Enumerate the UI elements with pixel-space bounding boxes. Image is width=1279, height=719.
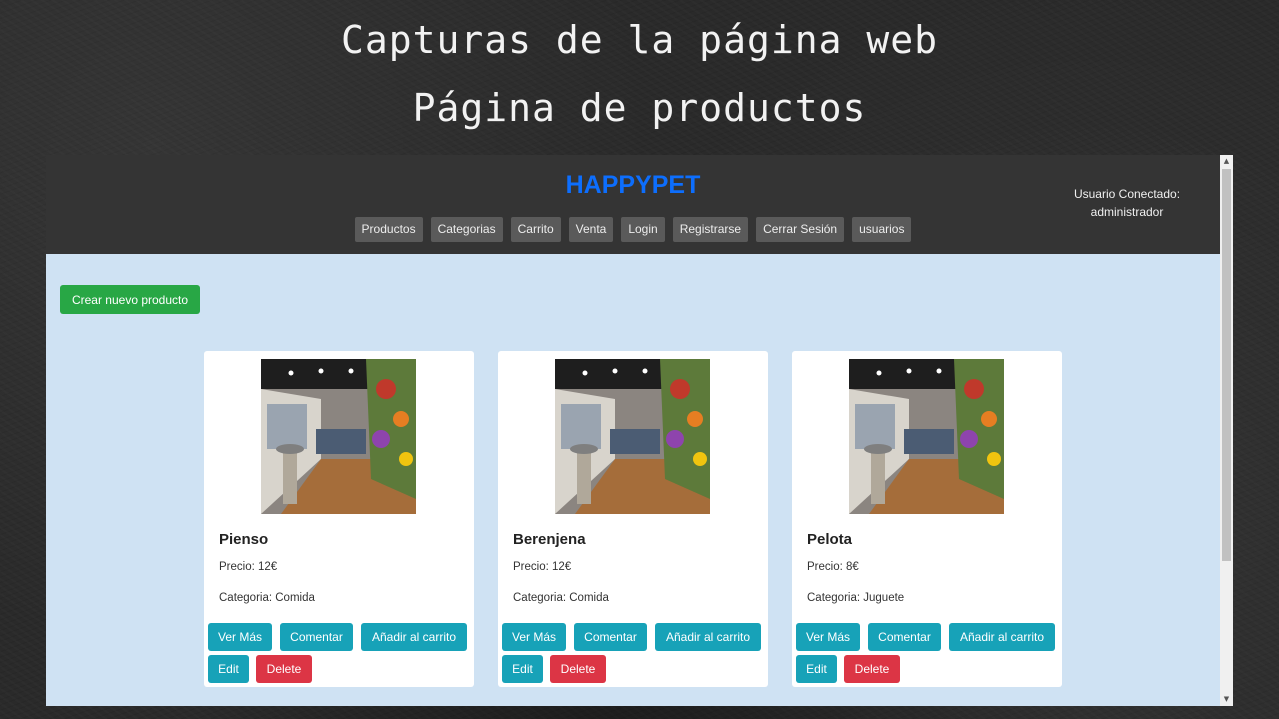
edit-button[interactable]: Edit [208, 655, 249, 683]
slide-title: Capturas de la página web [341, 18, 938, 62]
browser-viewport: HAPPYPET Productos Categorias Carrito Ve… [46, 155, 1233, 706]
user-info-name: administrador [1090, 205, 1164, 219]
navbar: HAPPYPET Productos Categorias Carrito Ve… [46, 155, 1220, 254]
delete-button[interactable]: Delete [550, 655, 606, 683]
add-to-cart-button[interactable]: Añadir al carrito [655, 623, 761, 651]
product-price: Precio: 12€ [219, 561, 278, 573]
product-card: Pelota Precio: 8€ Categoria: Juguete Ver… [792, 351, 1062, 687]
user-info-label: Usuario Conectado: [1073, 187, 1181, 201]
brand-logo[interactable]: HAPPYPET [46, 171, 1220, 200]
edit-button[interactable]: Edit [502, 655, 543, 683]
view-more-button[interactable]: Ver Más [208, 623, 272, 651]
product-category: Categoria: Comida [513, 592, 609, 604]
comment-button[interactable]: Comentar [868, 623, 941, 651]
user-info: Usuario Conectado: administrador [1062, 185, 1192, 221]
nav-item-productos[interactable]: Productos [354, 217, 423, 242]
product-card: Berenjena Precio: 12€ Categoria: Comida … [498, 351, 768, 687]
add-to-cart-button[interactable]: Añadir al carrito [361, 623, 467, 651]
comment-button[interactable]: Comentar [280, 623, 353, 651]
product-name: Pienso [219, 531, 269, 548]
product-category: Categoria: Comida [219, 592, 315, 604]
product-name: Pelota [807, 531, 853, 548]
delete-button[interactable]: Delete [256, 655, 312, 683]
comment-button[interactable]: Comentar [574, 623, 647, 651]
product-image [555, 359, 710, 514]
product-card: Pienso Precio: 12€ Categoria: Comida Ver… [204, 351, 474, 687]
product-category: Categoria: Juguete [807, 592, 905, 604]
view-more-button[interactable]: Ver Más [502, 623, 566, 651]
view-more-button[interactable]: Ver Más [796, 623, 860, 651]
product-image [849, 359, 1004, 514]
nav-item-venta[interactable]: Venta [568, 217, 614, 242]
product-price: Precio: 12€ [513, 561, 572, 573]
nav-item-registrarse[interactable]: Registrarse [672, 217, 749, 242]
edit-button[interactable]: Edit [796, 655, 837, 683]
nav-item-cerrar-sesion[interactable]: Cerrar Sesión [756, 217, 845, 242]
create-product-button[interactable]: Crear nuevo producto [60, 285, 200, 314]
product-name: Berenjena [513, 531, 586, 548]
nav-item-categorias[interactable]: Categorias [430, 217, 503, 242]
scroll-down-arrow-icon[interactable]: ▼ [1220, 693, 1233, 706]
scrollbar-thumb[interactable] [1222, 169, 1231, 561]
nav-item-usuarios[interactable]: usuarios [852, 217, 912, 242]
delete-button[interactable]: Delete [844, 655, 900, 683]
vertical-scrollbar[interactable]: ▲ ▼ [1220, 155, 1233, 706]
slide-subtitle: Página de productos [412, 86, 867, 130]
product-price: Precio: 8€ [807, 561, 859, 573]
add-to-cart-button[interactable]: Añadir al carrito [949, 623, 1055, 651]
nav-links: Productos Categorias Carrito Venta Login… [46, 217, 1220, 242]
scroll-up-arrow-icon[interactable]: ▲ [1220, 155, 1233, 168]
nav-item-login[interactable]: Login [621, 217, 665, 242]
product-image [261, 359, 416, 514]
nav-item-carrito[interactable]: Carrito [510, 217, 561, 242]
